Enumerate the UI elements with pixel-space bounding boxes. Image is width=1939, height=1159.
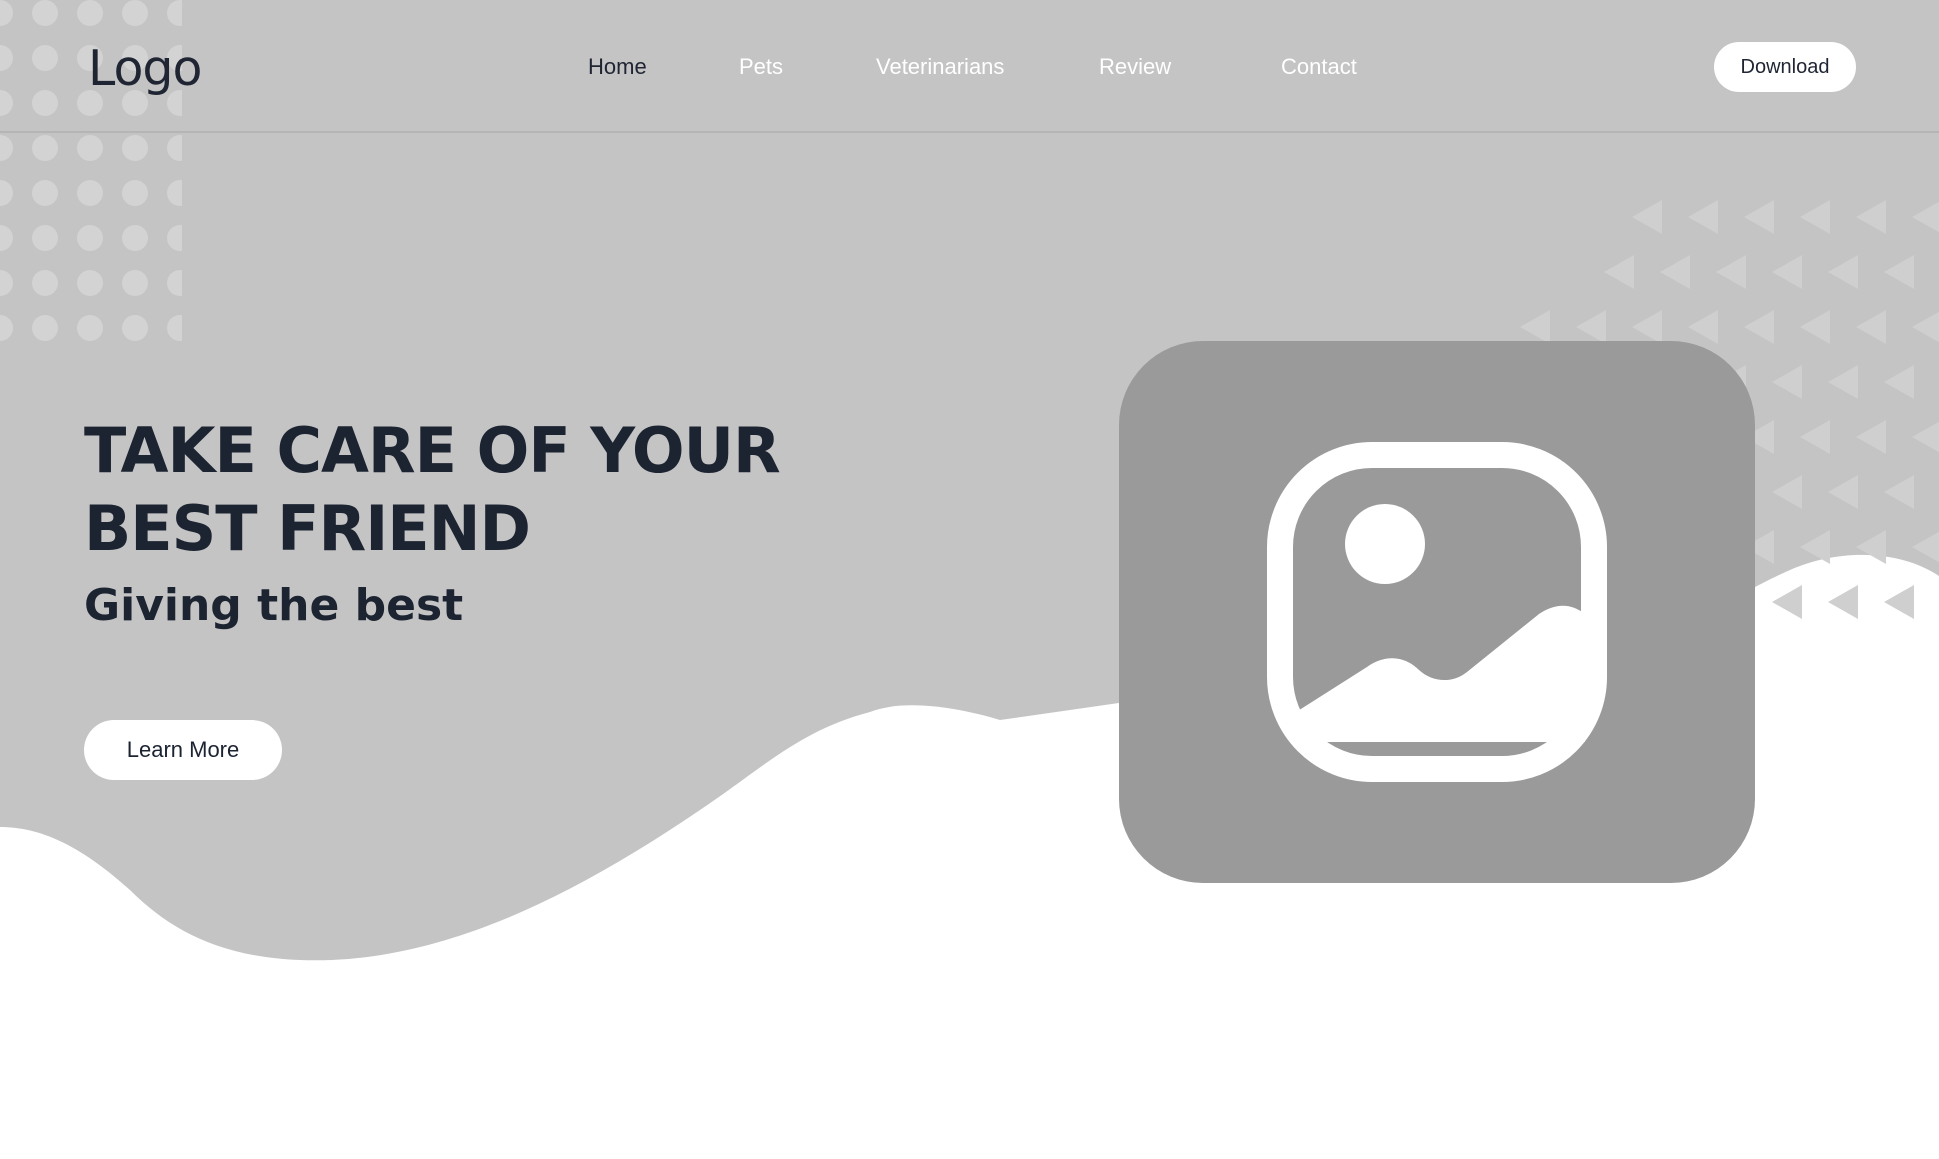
site-header: Logo Home Pets Veterinarians Review Cont… — [0, 0, 1939, 133]
nav-item-home[interactable]: Home — [588, 54, 647, 80]
triangle-decoration — [1828, 255, 1858, 289]
triangle-decoration — [1856, 530, 1886, 564]
triangle-decoration — [1800, 420, 1830, 454]
nav-item-review[interactable]: Review — [1099, 54, 1171, 80]
nav-item-pets[interactable]: Pets — [739, 54, 783, 80]
triangle-decoration — [1772, 475, 1802, 509]
triangle-decoration — [1520, 310, 1550, 344]
triangle-decoration — [1660, 255, 1690, 289]
triangle-decoration — [1884, 255, 1914, 289]
triangle-decoration — [1856, 310, 1886, 344]
triangle-decoration — [1688, 200, 1718, 234]
learn-more-button[interactable]: Learn More — [84, 720, 282, 780]
triangle-decoration — [1632, 310, 1662, 344]
triangle-decoration — [1800, 200, 1830, 234]
image-placeholder-icon — [1267, 442, 1607, 782]
triangle-decoration — [1744, 200, 1774, 234]
triangle-decoration — [1912, 311, 1939, 343]
hero-image-card — [1119, 341, 1755, 883]
triangle-decoration — [1632, 200, 1662, 234]
triangle-decoration — [1800, 530, 1830, 564]
hero-headline-line-2: BEST FRIEND — [84, 492, 531, 565]
triangle-decoration — [1772, 255, 1802, 289]
nav-item-veterinarians[interactable]: Veterinarians — [876, 54, 1004, 80]
hero-headline-line-1: TAKE CARE OF YOUR — [84, 414, 781, 487]
triangle-decoration — [1716, 255, 1746, 289]
triangle-decoration — [1576, 310, 1606, 344]
triangle-decoration — [1856, 420, 1886, 454]
triangle-decoration — [1744, 310, 1774, 344]
triangle-decoration — [1912, 201, 1939, 233]
triangle-decoration — [1884, 365, 1914, 399]
triangle-decoration — [1884, 585, 1914, 619]
nav-item-contact[interactable]: Contact — [1281, 54, 1357, 80]
triangle-decoration — [1828, 585, 1858, 619]
triangle-decoration — [1912, 531, 1939, 563]
triangle-decoration — [1884, 475, 1914, 509]
main-nav: Home Pets Veterinarians Review Contact — [0, 54, 1939, 84]
triangle-decoration — [1772, 585, 1802, 619]
triangle-decoration — [1604, 255, 1634, 289]
hero-headline: TAKE CARE OF YOUR BEST FRIEND — [84, 412, 884, 568]
triangle-decoration — [1856, 200, 1886, 234]
triangle-decoration — [1828, 475, 1858, 509]
triangle-decoration — [1772, 365, 1802, 399]
triangle-decoration — [1800, 310, 1830, 344]
landing-page: Logo Home Pets Veterinarians Review Cont… — [0, 0, 1939, 1159]
triangle-decoration — [1688, 310, 1718, 344]
hero-subheadline: Giving the best — [84, 580, 464, 631]
triangle-decoration — [1912, 421, 1939, 453]
download-button[interactable]: Download — [1714, 42, 1856, 92]
triangle-decoration — [1828, 365, 1858, 399]
